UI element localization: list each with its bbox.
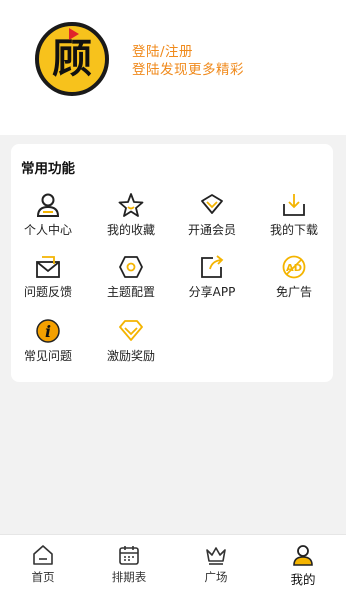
person-icon xyxy=(35,192,61,218)
section-title: 常用功能 xyxy=(21,161,75,177)
logo-glyph: 顾 xyxy=(52,35,92,82)
menu-item-label: 我的收藏 xyxy=(106,223,155,237)
tab-label: 排期表 xyxy=(111,570,147,584)
login-register-link[interactable]: 登陆/注册 xyxy=(132,40,193,60)
tab-square[interactable]: 广场 xyxy=(173,543,259,588)
menu-item-no-ads[interactable]: AD 免广告 xyxy=(254,254,334,310)
tab-schedule[interactable]: 排期表 xyxy=(86,543,172,588)
star-icon xyxy=(118,192,144,218)
share-icon xyxy=(199,254,225,280)
tab-home[interactable]: 首页 xyxy=(0,543,86,588)
play-icon xyxy=(69,28,79,40)
menu-item-label: 个人中心 xyxy=(23,223,72,237)
menu-item-downloads[interactable]: 我的下载 xyxy=(254,192,334,248)
diamond-icon xyxy=(118,318,144,344)
mail-icon xyxy=(35,254,61,280)
menu-item-label: 免广告 xyxy=(275,285,312,299)
menu-item-label: 激励奖励 xyxy=(106,349,155,363)
menu-item-faq[interactable]: i 常见问题 xyxy=(8,318,88,374)
menu-item-feedback[interactable]: 问题反馈 xyxy=(8,254,88,310)
common-functions-card: 常用功能 个人中心 我的收藏 开通会员 我的下载 问题反馈 主题配置 分享APP… xyxy=(11,144,333,382)
menu-item-favorites[interactable]: 我的收藏 xyxy=(91,192,171,248)
menu-item-share-app[interactable]: 分享APP xyxy=(172,254,252,310)
theme-icon xyxy=(118,254,144,280)
app-logo-avatar[interactable]: 顾 xyxy=(35,22,109,96)
menu-item-label: 问题反馈 xyxy=(23,285,72,299)
menu-item-label: 分享APP xyxy=(188,285,236,299)
menu-item-label: 常见问题 xyxy=(23,349,72,363)
info-icon: i xyxy=(35,318,61,344)
download-icon xyxy=(281,192,307,218)
no-ad-icon: AD xyxy=(281,254,307,280)
menu-item-vip[interactable]: 开通会员 xyxy=(172,192,252,248)
vip-icon xyxy=(199,192,225,218)
menu-item-personal-center[interactable]: 个人中心 xyxy=(8,192,88,248)
menu-item-theme[interactable]: 主题配置 xyxy=(91,254,171,310)
tab-label: 广场 xyxy=(204,570,228,584)
crown-icon xyxy=(204,543,228,567)
tab-label: 首页 xyxy=(31,570,55,584)
tab-mine[interactable]: 我的 xyxy=(260,543,346,588)
calendar-icon xyxy=(117,543,141,567)
profile-icon xyxy=(291,543,315,567)
bottom-tab-bar: 首页 排期表 广场 我的 xyxy=(0,534,346,591)
profile-header: 顾 登陆/注册 登陆发现更多精彩 xyxy=(0,0,346,135)
menu-item-label: 我的下载 xyxy=(269,223,318,237)
login-subtitle[interactable]: 登陆发现更多精彩 xyxy=(132,58,244,78)
svg-text:i: i xyxy=(45,322,51,341)
menu-item-label: 开通会员 xyxy=(187,223,236,237)
tab-label: 我的 xyxy=(290,572,316,587)
menu-item-rewards[interactable]: 激励奖励 xyxy=(91,318,171,374)
menu-item-label: 主题配置 xyxy=(106,285,155,299)
home-icon xyxy=(31,543,55,567)
